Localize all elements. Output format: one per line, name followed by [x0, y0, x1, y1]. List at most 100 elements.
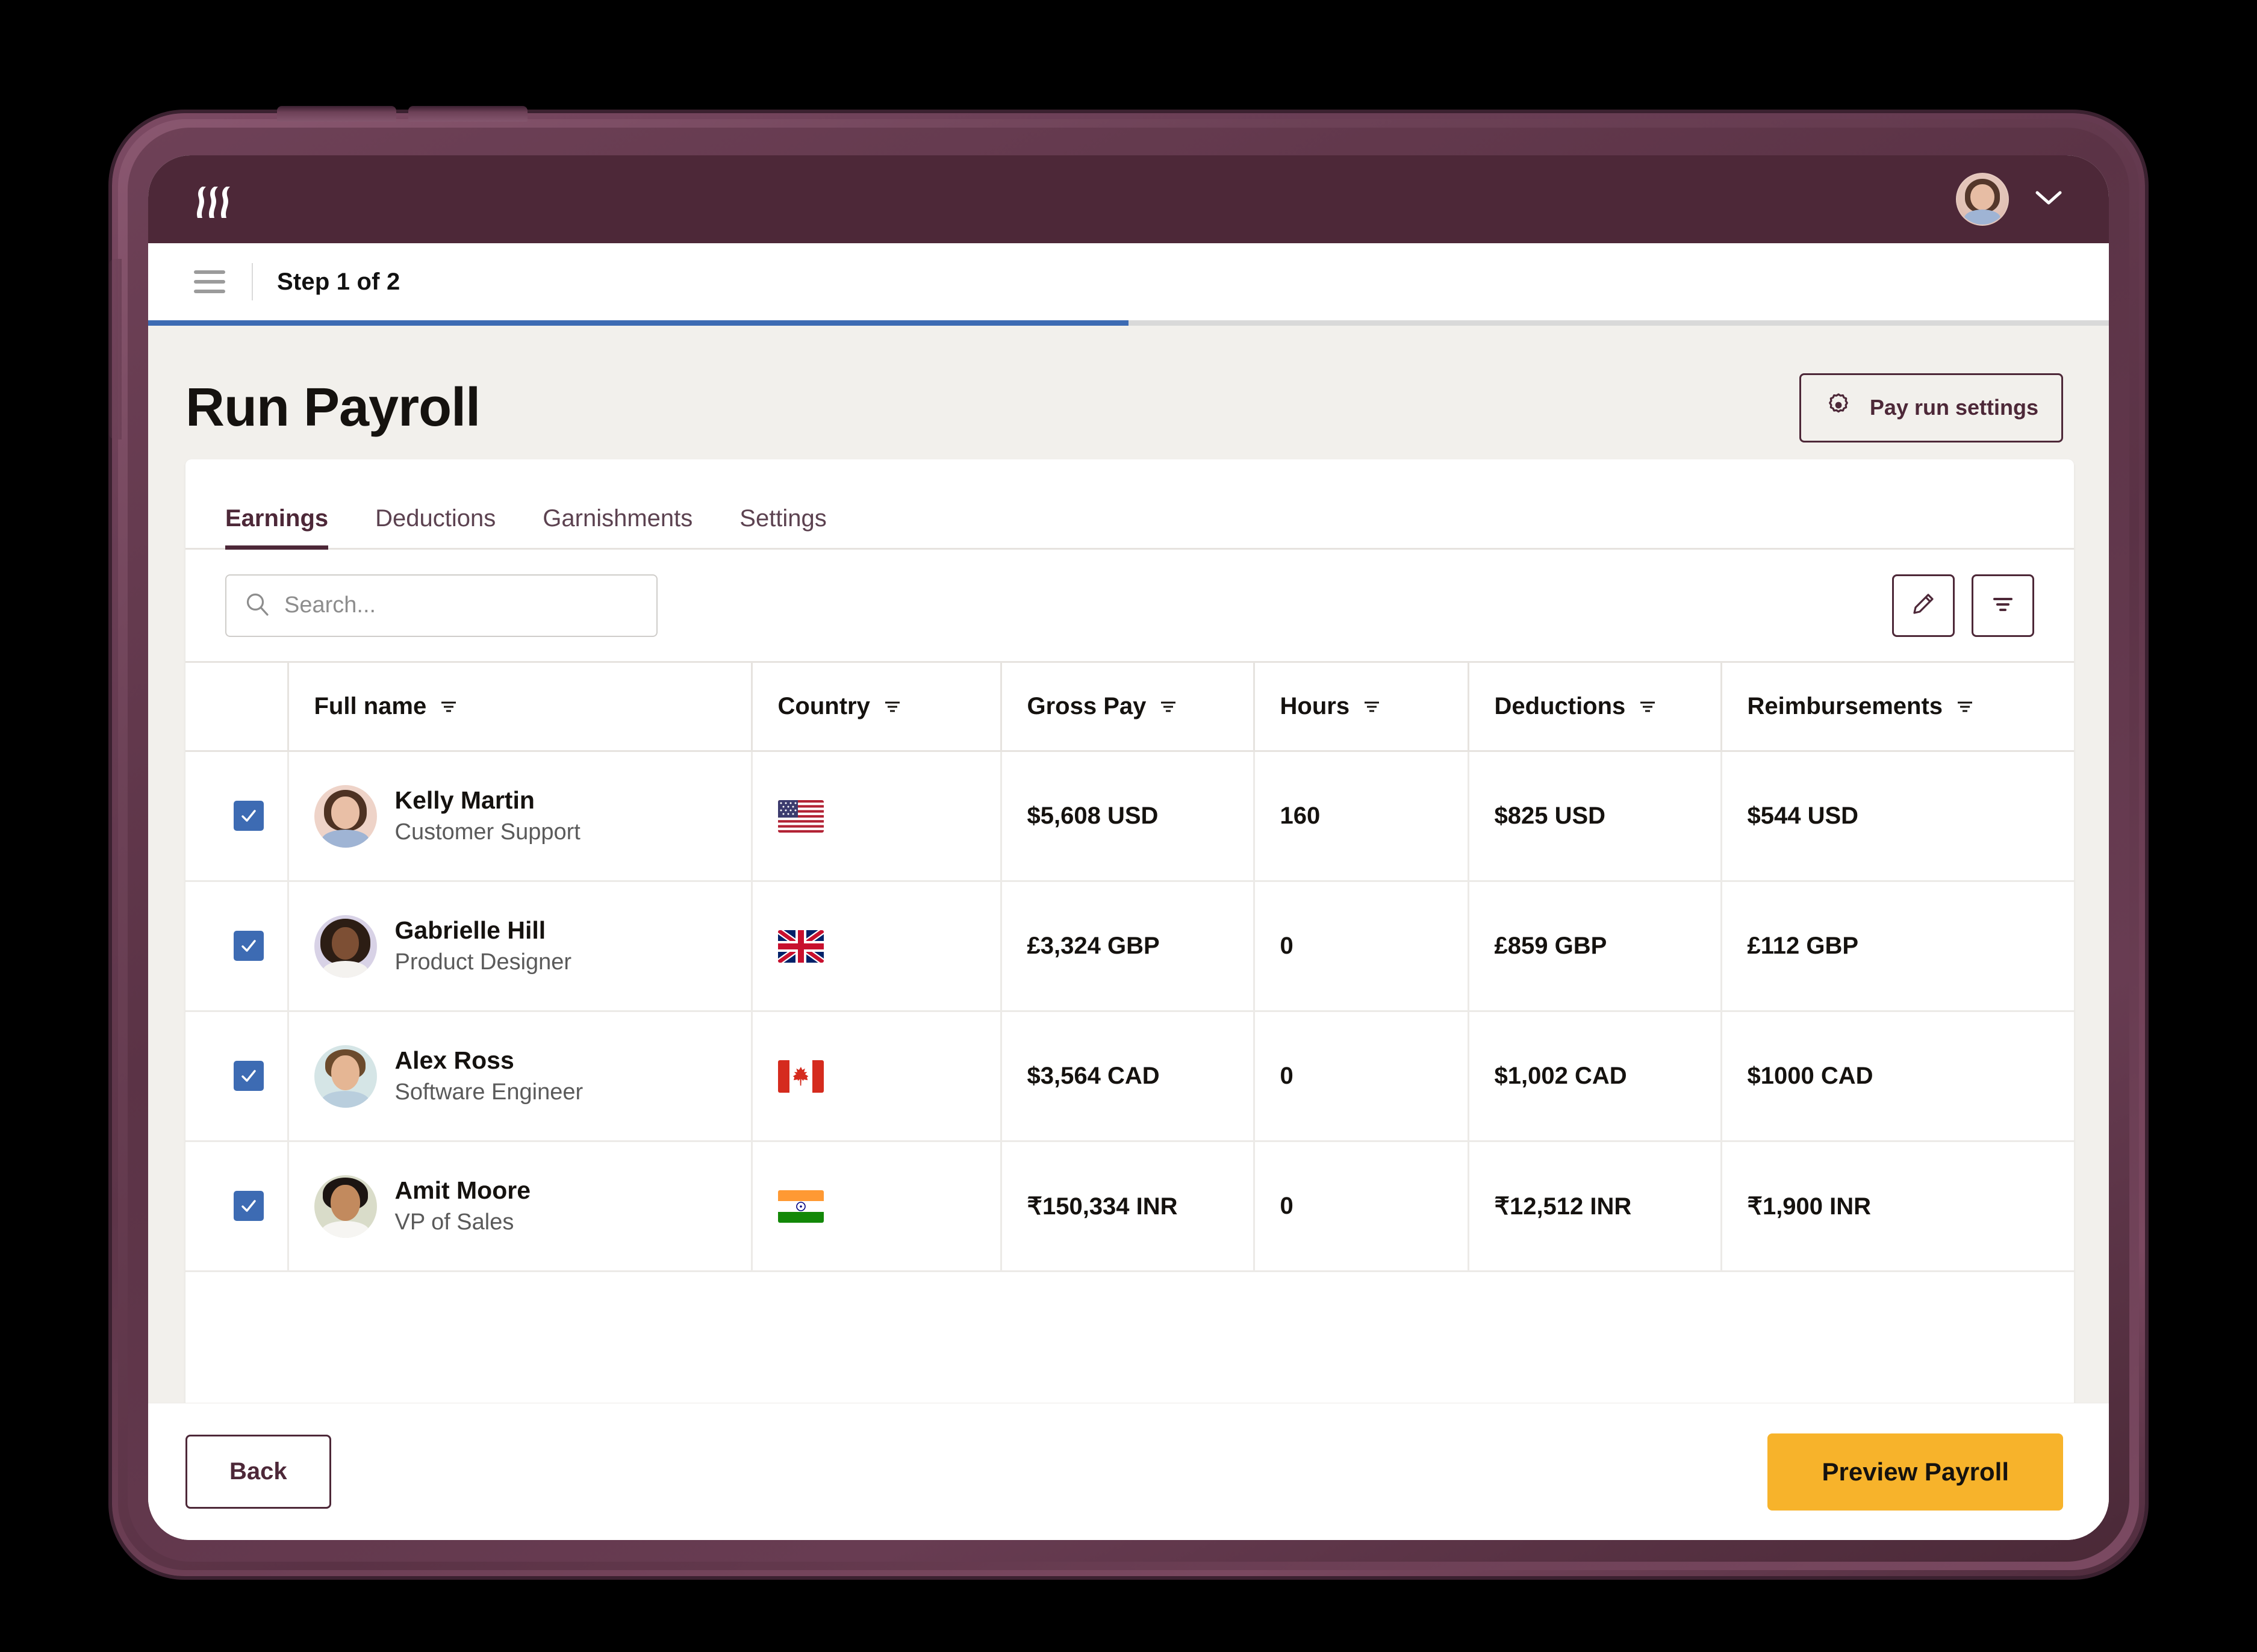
column-label: Reimbursements: [1747, 693, 1943, 719]
row-checkbox[interactable]: [234, 1061, 264, 1091]
column-label: Hours: [1280, 693, 1350, 719]
hours-cell: 160: [1254, 751, 1469, 882]
device-left-edge: [108, 259, 122, 439]
column-label: Country: [777, 693, 870, 719]
progress-bar-fill: [148, 320, 1128, 326]
search-field[interactable]: [225, 574, 658, 637]
employee-cell[interactable]: Alex Ross Software Engineer: [288, 1011, 753, 1142]
sort-icon[interactable]: [1956, 693, 1974, 720]
back-button[interactable]: Back: [185, 1435, 331, 1509]
reimbursements-cell: £112 GBP: [1721, 881, 2074, 1012]
toolbar-actions: [1892, 574, 2034, 637]
step-divider: [252, 263, 253, 300]
remote-logo[interactable]: [194, 179, 234, 219]
app-bar-user-menu[interactable]: [1956, 173, 2062, 226]
tab-settings[interactable]: Settings: [739, 505, 827, 548]
reimbursements-cell: ₹1,900 INR: [1721, 1141, 2074, 1272]
avatar: [314, 1175, 377, 1238]
sort-icon[interactable]: [440, 693, 458, 720]
column-label: Deductions: [1494, 693, 1626, 719]
select-all-header[interactable]: [185, 661, 289, 752]
deductions-cell: $825 USD: [1468, 751, 1722, 882]
column-header-deductions[interactable]: Deductions: [1468, 661, 1722, 752]
chevron-down-icon[interactable]: [2035, 190, 2062, 209]
filter-icon: [1988, 589, 2018, 622]
user-avatar[interactable]: [1956, 173, 2009, 226]
deductions-cell: £859 GBP: [1468, 881, 1722, 1012]
hours-cell: 0: [1254, 1141, 1469, 1272]
employee-role: VP of Sales: [394, 1210, 514, 1235]
row-select-cell[interactable]: [185, 1011, 289, 1142]
search-input[interactable]: [284, 592, 638, 618]
in-flag-icon: [777, 1190, 1000, 1223]
employee-name: Kelly Martin: [394, 786, 535, 815]
row-select-cell[interactable]: [185, 881, 289, 1012]
employee-cell[interactable]: Kelly Martin Customer Support: [288, 751, 753, 882]
employee-cell[interactable]: Gabrielle Hill Product Designer: [288, 881, 753, 1012]
earnings-table: Full name Country Gross Pay Hours Deduct…: [185, 661, 2074, 1272]
table-toolbar: [185, 550, 2074, 661]
tablet-screen: Step 1 of 2 Run Payroll Pay run settings…: [148, 155, 2109, 1540]
table-row[interactable]: Amit Moore VP of Sales ₹150,334 INR 0 ₹1…: [185, 1141, 2074, 1272]
pay-run-settings-button[interactable]: Pay run settings: [1799, 373, 2063, 442]
filter-button[interactable]: [1972, 574, 2034, 637]
search-icon: [244, 591, 270, 620]
country-cell: [752, 1011, 1002, 1142]
volume-up-button[interactable]: [277, 106, 396, 122]
avatar: [314, 914, 377, 978]
row-select-cell[interactable]: [185, 751, 289, 882]
tab-garnishments[interactable]: Garnishments: [543, 505, 693, 548]
wizard-footer: Back Preview Payroll: [148, 1403, 2109, 1540]
country-cell: [752, 881, 1002, 1012]
employee-role: Product Designer: [394, 949, 572, 975]
tab-earnings[interactable]: Earnings: [225, 505, 329, 550]
pencil-icon: [1908, 589, 1938, 622]
avatar-shoulders: [1964, 209, 2001, 225]
hamburger-menu-icon[interactable]: [194, 270, 225, 293]
table-header-row: Full name Country Gross Pay Hours Deduct…: [185, 661, 2074, 752]
row-checkbox[interactable]: [234, 801, 264, 831]
deductions-cell: ₹12,512 INR: [1468, 1141, 1722, 1272]
progress-bar-track: [148, 320, 2109, 326]
table-row[interactable]: Kelly Martin Customer Support $5,608 USD…: [185, 751, 2074, 882]
preview-payroll-button[interactable]: Preview Payroll: [1767, 1433, 2063, 1511]
tab-deductions[interactable]: Deductions: [375, 505, 496, 548]
column-header-gross-pay[interactable]: Gross Pay: [1001, 661, 1255, 752]
reimbursements-cell: $544 USD: [1721, 751, 2074, 882]
column-header-hours[interactable]: Hours: [1254, 661, 1469, 752]
employee-role: Software Engineer: [394, 1079, 584, 1105]
table-row[interactable]: Gabrielle Hill Product Designer £3,324 G…: [185, 881, 2074, 1012]
reimbursements-cell: $1000 CAD: [1721, 1011, 2074, 1142]
avatar: [314, 1045, 377, 1108]
column-header-country[interactable]: Country: [752, 661, 1002, 752]
page-content: Run Payroll Pay run settings Earnings De…: [148, 326, 2109, 1540]
table-row[interactable]: Alex Ross Software Engineer $3,564 CAD 0…: [185, 1011, 2074, 1142]
hours-cell: 0: [1254, 1011, 1469, 1142]
us-flag-icon: [777, 800, 1000, 833]
gross-pay-cell: $5,608 USD: [1001, 751, 1255, 882]
sort-icon[interactable]: [1363, 693, 1381, 720]
row-checkbox[interactable]: [234, 1191, 264, 1221]
row-checkbox[interactable]: [234, 931, 264, 961]
edit-columns-button[interactable]: [1892, 574, 1955, 637]
column-label: Gross Pay: [1027, 693, 1147, 719]
gross-pay-cell: $3,564 CAD: [1001, 1011, 1255, 1142]
app-top-bar: [148, 155, 2109, 243]
sort-icon[interactable]: [1159, 693, 1177, 720]
table-scroll-area[interactable]: Full name Country Gross Pay Hours Deduct…: [185, 661, 2074, 1403]
gross-pay-cell: £3,324 GBP: [1001, 881, 1255, 1012]
gear-icon: [1824, 391, 1853, 425]
sort-icon[interactable]: [1639, 693, 1657, 720]
hours-cell: 0: [1254, 881, 1469, 1012]
employee-cell[interactable]: Amit Moore VP of Sales: [288, 1141, 753, 1272]
deductions-cell: $1,002 CAD: [1468, 1011, 1722, 1142]
column-header-full-name[interactable]: Full name: [288, 661, 753, 752]
row-select-cell[interactable]: [185, 1141, 289, 1272]
ca-flag-icon: [777, 1060, 1000, 1093]
volume-down-button[interactable]: [408, 106, 528, 122]
column-label: Full name: [314, 693, 427, 719]
avatar: [314, 784, 377, 848]
employee-role: Customer Support: [394, 819, 581, 845]
column-header-reimbursements[interactable]: Reimbursements: [1721, 661, 2074, 752]
sort-icon[interactable]: [883, 693, 901, 720]
